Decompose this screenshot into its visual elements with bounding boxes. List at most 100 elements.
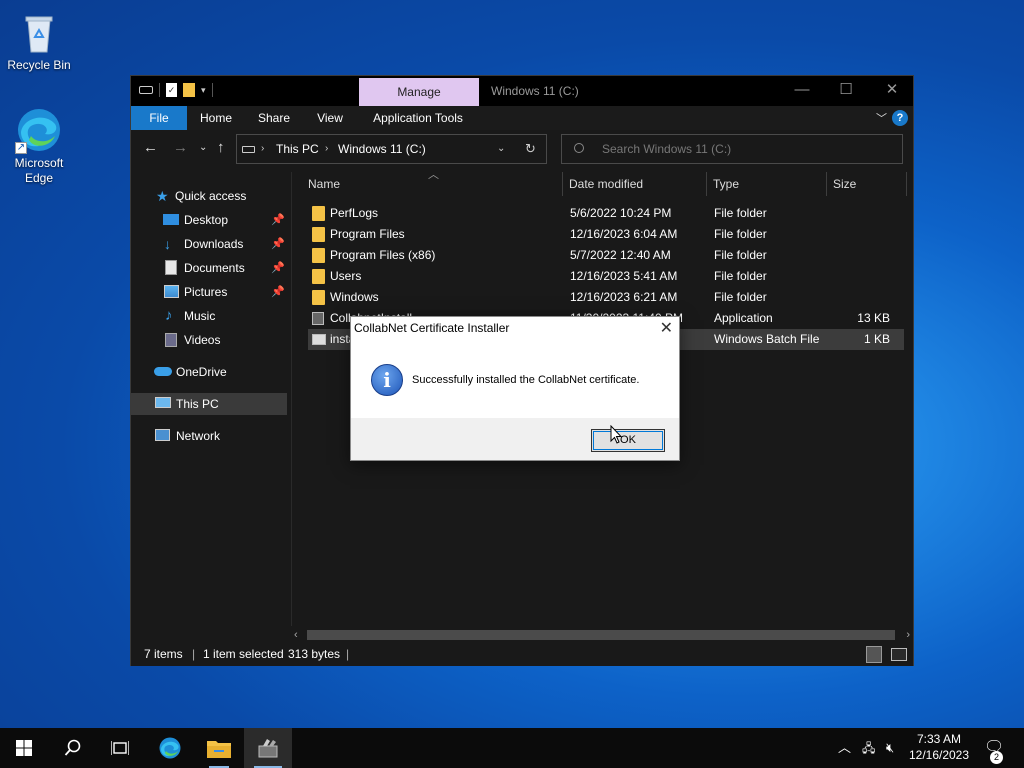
- star-icon: ★: [156, 188, 169, 204]
- file-row[interactable]: Users 12/16/2023 5:41 AM File folder: [308, 266, 904, 287]
- dialog-title: CollabNet Certificate Installer: [354, 321, 510, 335]
- desktop-icon-recycle-bin[interactable]: Recycle Bin: [3, 8, 75, 73]
- dialog-close-icon[interactable]: ✕: [660, 318, 673, 338]
- nav-label: Documents: [184, 261, 245, 275]
- windows-logo-icon: [16, 740, 32, 756]
- file-date: 5/7/2022 12:40 AM: [570, 248, 671, 262]
- nav-label: This PC: [176, 397, 219, 411]
- tab-application-tools[interactable]: Application Tools: [367, 106, 469, 130]
- maximize-button[interactable]: ☐: [823, 76, 869, 106]
- file-name: Program Files (x86): [330, 248, 436, 262]
- forward-arrow-icon[interactable]: →: [173, 140, 188, 156]
- nav-label: Network: [176, 429, 221, 443]
- search-placeholder: Search Windows 11 (C:): [602, 142, 732, 156]
- ok-button[interactable]: OK: [591, 429, 665, 452]
- column-header-date[interactable]: Date modified: [569, 172, 643, 196]
- sidebar-item-quick-access[interactable]: ★ Quick access: [131, 185, 287, 207]
- task-view-button[interactable]: [96, 728, 144, 768]
- scroll-left-icon[interactable]: ‹: [294, 628, 298, 642]
- up-arrow-icon[interactable]: ↑: [217, 140, 225, 156]
- refresh-icon[interactable]: ↻: [525, 135, 536, 163]
- file-size: 13 KB: [857, 311, 890, 325]
- desktop-icon: [163, 214, 179, 225]
- tab-home[interactable]: Home: [191, 106, 241, 130]
- breadcrumb-this-pc[interactable]: This PC: [276, 135, 319, 163]
- column-separator[interactable]: [826, 172, 827, 196]
- file-name: Program Files: [330, 227, 405, 241]
- file-row[interactable]: Program Files 12/16/2023 6:04 AM File fo…: [308, 224, 904, 245]
- manage-context-tab[interactable]: Manage: [359, 78, 479, 106]
- search-button[interactable]: [48, 728, 96, 768]
- volume-muted-icon[interactable]: 🔇︎: [886, 728, 894, 768]
- column-separator[interactable]: [906, 172, 907, 196]
- properties-icon[interactable]: ✓: [166, 83, 177, 97]
- title-bar[interactable]: ✓ ▾ Manage Windows 11 (C:) — ☐ ✕: [131, 76, 913, 106]
- dialog-footer: OK: [351, 418, 679, 460]
- network-status-icon[interactable]: 🖧: [862, 728, 875, 768]
- sidebar-item-pictures[interactable]: Pictures 📌: [131, 281, 287, 303]
- close-button[interactable]: ✕: [869, 76, 915, 106]
- mouse-cursor-icon: [610, 425, 622, 444]
- new-folder-icon[interactable]: [183, 83, 195, 97]
- file-name: PerfLogs: [330, 206, 379, 220]
- nav-label: Downloads: [184, 237, 244, 251]
- column-header-size[interactable]: Size: [833, 172, 856, 196]
- taskbar-installer-app[interactable]: [244, 728, 292, 768]
- shortcut-arrow-icon: ↗: [15, 142, 27, 154]
- sidebar-item-documents[interactable]: Documents 📌: [131, 257, 287, 279]
- column-header-type[interactable]: Type: [713, 172, 739, 196]
- file-date: 5/6/2022 10:24 PM: [570, 206, 672, 220]
- breadcrumb-drive[interactable]: Windows 11 (C:): [338, 135, 426, 163]
- tab-view[interactable]: View: [307, 106, 353, 130]
- recycle-bin-label: Recycle Bin: [7, 58, 71, 72]
- sidebar-item-music[interactable]: ♪ Music: [131, 305, 287, 327]
- sidebar-item-network[interactable]: Network: [131, 425, 287, 447]
- address-dropdown-icon[interactable]: ⌄: [497, 135, 505, 163]
- recycle-bin-icon: [15, 8, 63, 56]
- pictures-icon: [164, 285, 179, 298]
- recent-locations-chevron-icon[interactable]: ⌄: [199, 140, 207, 156]
- file-row[interactable]: Windows 12/16/2023 6:21 AM File folder: [308, 287, 904, 308]
- expand-ribbon-icon[interactable]: ﹀: [876, 110, 887, 126]
- sidebar-item-onedrive[interactable]: OneDrive: [131, 361, 287, 383]
- address-bar[interactable]: › This PC › Windows 11 (C:) ⌄ ↻: [236, 134, 547, 164]
- search-box[interactable]: Search Windows 11 (C:): [561, 134, 903, 164]
- taskbar-file-explorer[interactable]: [195, 728, 243, 768]
- videos-icon: [165, 333, 177, 347]
- large-icons-view-icon[interactable]: [891, 648, 907, 661]
- nav-label: Music: [184, 309, 216, 323]
- column-header-name[interactable]: Name: [308, 172, 340, 196]
- system-clock[interactable]: 7:33 AM 12/16/2023: [906, 731, 972, 763]
- file-name: Windows: [330, 290, 379, 304]
- desktop-icon-edge[interactable]: ↗ Microsoft Edge: [3, 106, 75, 186]
- drive-icon: [242, 146, 255, 153]
- minimize-button[interactable]: —: [779, 76, 825, 106]
- sidebar-item-videos[interactable]: Videos: [131, 329, 287, 351]
- show-hidden-icons-chevron-icon[interactable]: ︿: [838, 728, 851, 768]
- start-button[interactable]: [0, 728, 48, 768]
- file-row[interactable]: PerfLogs 5/6/2022 10:24 PM File folder: [308, 203, 904, 224]
- column-separator[interactable]: [706, 172, 707, 196]
- scroll-right-icon[interactable]: ›: [906, 628, 910, 642]
- horizontal-scrollbar[interactable]: ‹ ›: [291, 628, 913, 642]
- breadcrumb-separator-icon: ›: [261, 143, 265, 154]
- file-row[interactable]: Program Files (x86) 5/7/2022 12:40 AM Fi…: [308, 245, 904, 266]
- qat-dropdown-icon[interactable]: ▾: [201, 85, 206, 96]
- sidebar-item-this-pc[interactable]: This PC: [131, 393, 287, 415]
- sidebar-item-desktop[interactable]: Desktop 📌: [131, 209, 287, 231]
- tab-file[interactable]: File: [131, 106, 187, 130]
- back-arrow-icon[interactable]: ←: [143, 140, 158, 156]
- music-note-icon: ♪: [165, 307, 173, 324]
- nav-label: Desktop: [184, 213, 229, 227]
- column-separator[interactable]: [562, 172, 563, 196]
- tab-share[interactable]: Share: [249, 106, 299, 130]
- details-view-icon[interactable]: [866, 646, 882, 663]
- network-icon: [155, 429, 170, 441]
- scrollbar-thumb[interactable]: [307, 630, 895, 640]
- pin-icon: 📌: [271, 262, 285, 274]
- sidebar-item-downloads[interactable]: ↓ Downloads 📌: [131, 233, 287, 255]
- ribbon-tabs: File Home Share View Application Tools ﹀…: [131, 106, 913, 130]
- taskbar-edge[interactable]: [146, 728, 194, 768]
- nav-label: Pictures: [184, 285, 228, 299]
- help-icon[interactable]: ?: [892, 110, 908, 126]
